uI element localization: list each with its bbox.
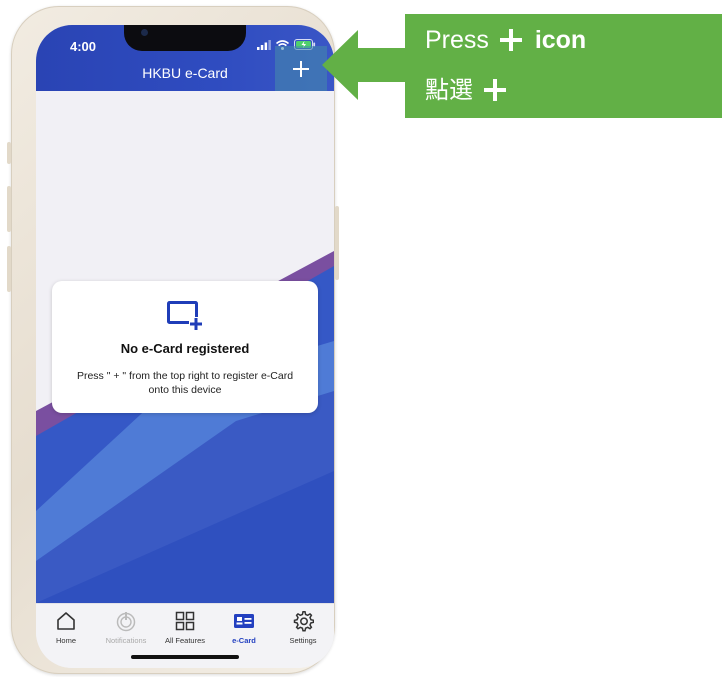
callout-press-text: Press xyxy=(425,26,489,54)
add-ecard-button[interactable] xyxy=(275,46,327,94)
tab-notifications-label: Notifications xyxy=(105,636,147,645)
tab-all-features-label: All Features xyxy=(164,636,206,645)
gear-icon xyxy=(293,611,314,632)
id-card-icon xyxy=(234,614,254,628)
callout-line-english: Press icon xyxy=(425,26,586,55)
camera-icon xyxy=(141,29,148,36)
tab-home-label: Home xyxy=(55,636,76,645)
callout-chinese-text: 點選 xyxy=(425,77,473,104)
tab-settings-label: Settings xyxy=(289,636,317,645)
tab-ecard-label: e-Card xyxy=(232,636,256,645)
volume-down-button xyxy=(7,246,11,292)
empty-state-card: No e-Card registered Press " + " from th… xyxy=(52,281,318,413)
empty-state-title: No e-Card registered xyxy=(120,341,250,356)
plus-icon xyxy=(499,29,522,51)
instruction-callout: Press icon 點選 xyxy=(405,14,722,118)
tab-settings[interactable]: Settings xyxy=(273,610,333,645)
volume-up-button xyxy=(7,186,11,232)
empty-state-description: Press " + " from the top right to regist… xyxy=(76,370,294,396)
main-content: No e-Card registered Press " + " from th… xyxy=(36,91,334,603)
signal-icon xyxy=(257,39,271,50)
callout-icon-text: icon xyxy=(534,26,587,54)
grid-icon xyxy=(175,611,195,631)
arrow-pointer-icon xyxy=(322,30,406,100)
phone-frame: 4:00 HKBU e-Card No e-Card registered Pr… xyxy=(7,6,339,674)
plus-icon xyxy=(293,61,309,77)
tab-ecard[interactable]: e-Card xyxy=(214,610,274,645)
tab-notifications[interactable]: Notifications xyxy=(96,610,156,645)
power-button xyxy=(335,206,339,280)
status-time: 4:00 xyxy=(70,39,97,54)
tab-all-features[interactable]: All Features xyxy=(155,610,215,645)
plus-icon xyxy=(483,79,506,101)
add-card-icon xyxy=(167,301,203,331)
home-icon xyxy=(57,612,75,630)
tab-home[interactable]: Home xyxy=(36,610,96,645)
mute-switch xyxy=(7,142,11,164)
bell-icon xyxy=(116,612,136,632)
phone-screen: 4:00 HKBU e-Card No e-Card registered Pr… xyxy=(36,25,334,668)
home-indicator xyxy=(131,655,239,659)
notch xyxy=(124,25,246,51)
callout-line-chinese: 點選 xyxy=(425,70,512,105)
